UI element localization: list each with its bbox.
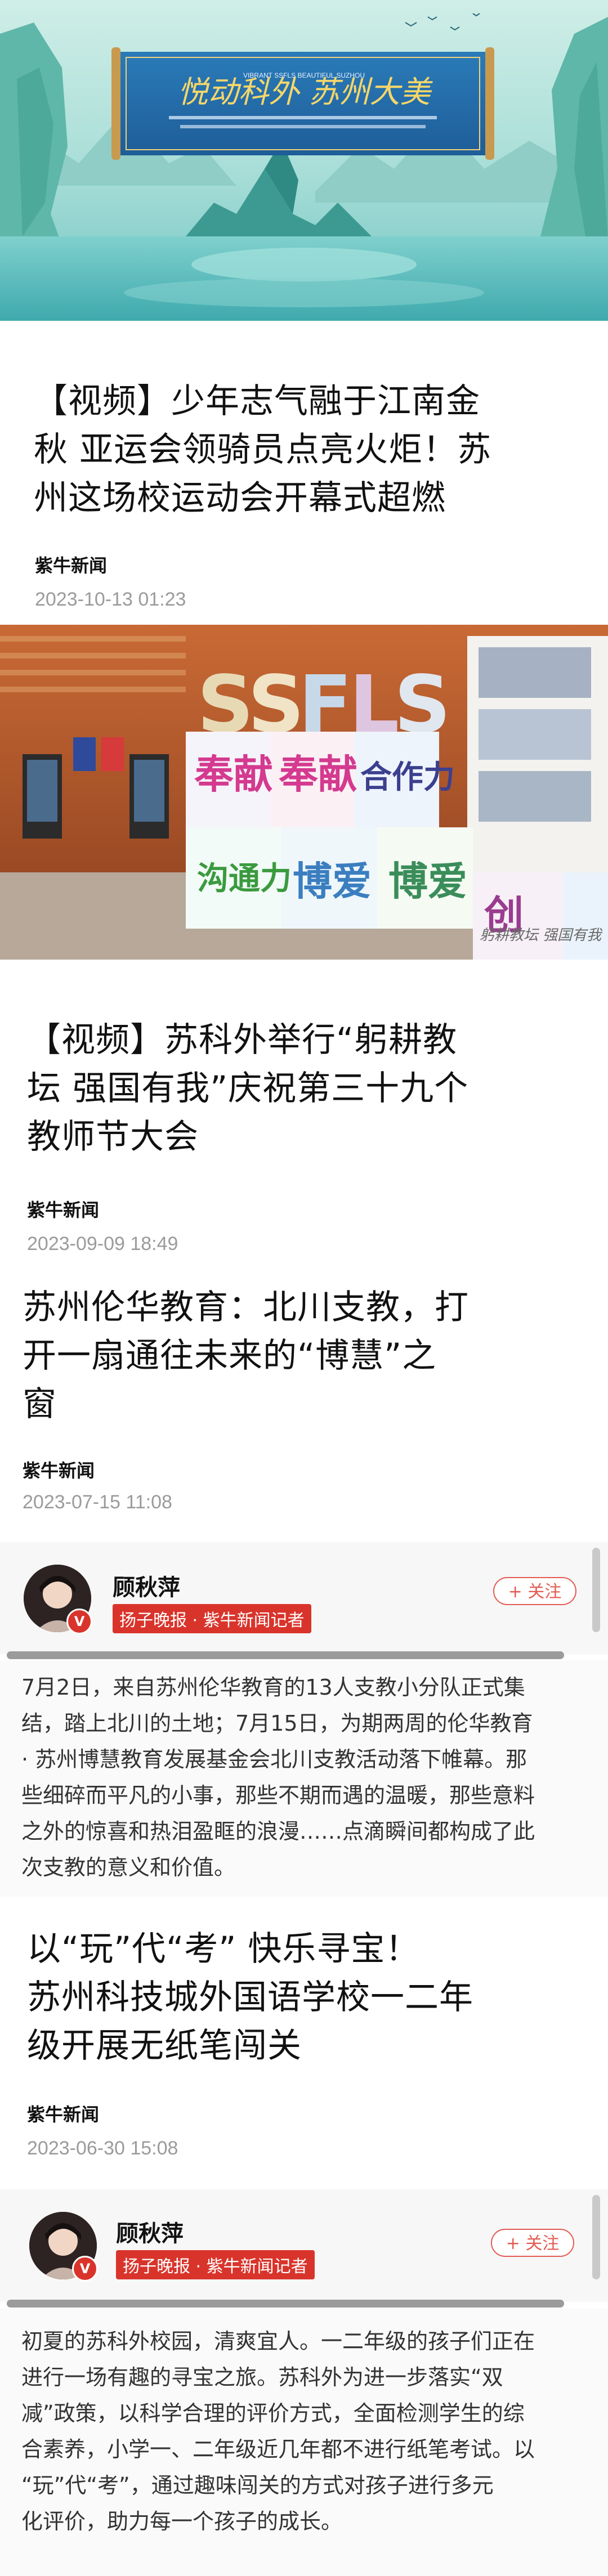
article-source: 紫牛新闻: [35, 555, 108, 576]
author-row: V 顾秋萍 扬子晚报 · 紫牛新闻记者 + 关注: [0, 1542, 608, 1655]
summary-line: 7月2日，来自苏州伦华教育的13人支教小分队正式集: [21, 1675, 525, 1700]
horizontal-scrollbar[interactable]: [7, 2300, 564, 2308]
hero-illustration: 悦动科外 苏州大美 VIBRANT SSFLS BEAUTIFUL SUZHOU: [0, 0, 608, 321]
title-line: 秋 亚运会领骑员点亮火炬！苏: [34, 430, 492, 469]
article-title[interactable]: 【视频】少年志气融于江南金 秋 亚运会领骑员点亮火炬！苏 州这场校运动会开幕式超…: [34, 377, 491, 522]
title-line: 苏州伦华教育：北川支教，打: [23, 1288, 469, 1327]
hero-image-teachers-day[interactable]: S S F L S 奉献 奉献 合作力 沟通力 博爱 博爱 创 躬耕教坛 强国有…: [0, 625, 608, 960]
title-line: 开一扇通往未来的“博慧”之: [23, 1336, 437, 1376]
summary-line: 减”政策，以科学合理的评价方式，全面检测学生的综: [21, 2401, 525, 2426]
author-tag: 扬子晚报 · 紫牛新闻记者: [113, 1604, 311, 1633]
article-source: 紫牛新闻: [23, 1460, 95, 1481]
verified-badge-icon: V: [72, 2256, 98, 2282]
article-source: 紫牛新闻: [27, 1199, 100, 1221]
corner-watermark: 躬耕教坛 强国有我: [480, 927, 603, 944]
cube-word: 博爱: [388, 858, 467, 904]
title-line: 窗: [23, 1385, 57, 1424]
summary-line: 化评价，助力每一个孩子的成长。: [21, 2509, 343, 2534]
summary-line: 合素养，小学一、二年级近几年都不进行纸笔考试。以: [21, 2437, 535, 2462]
vertical-scrollbar[interactable]: [592, 2195, 600, 2279]
article-card-beichuan[interactable]: 苏州伦华教育：北川支教，打 开一扇通往未来的“博慧”之 窗 紫牛新闻 2023-…: [0, 1272, 608, 1542]
banner-title: 悦动科外 苏州大美: [177, 74, 433, 110]
article-title[interactable]: 以“玩”代“考” 快乐寻宝！ 苏州科技城外国语学校一二年 级开展无纸笔闯关: [27, 1925, 473, 2070]
article-card-sports-meet[interactable]: 【视频】少年志气融于江南金 秋 亚运会领骑员点亮火炬！苏 州这场校运动会开幕式超…: [0, 321, 608, 625]
summary-line: 初夏的苏科外校园，清爽宜人。一二年级的孩子们正在: [21, 2329, 535, 2354]
follow-button[interactable]: + 关注: [493, 1577, 576, 1605]
horizontal-scrollbar[interactable]: [7, 1651, 564, 1659]
title-line: 级开展无纸笔闯关: [27, 2026, 302, 2066]
article-date: 2023-06-30 15:08: [27, 2138, 178, 2159]
article-title[interactable]: 苏州伦华教育：北川支教，打 开一扇通往未来的“博慧”之 窗: [23, 1283, 469, 1428]
cube-word: 奉献: [194, 751, 273, 798]
follow-button[interactable]: + 关注: [491, 2229, 574, 2257]
author-row: V 顾秋萍 扬子晚报 · 紫牛新闻记者 + 关注: [0, 2189, 608, 2302]
title-line: 【视频】少年志气融于江南金: [34, 382, 480, 421]
summary-line: “玩”代“考”，通过趣味闯关的方式对孩子进行多元: [21, 2473, 494, 2498]
summary-line: 结，踏上北川的土地；7月15日，为期两周的伦华教育: [21, 1711, 533, 1736]
title-line: 苏州科技城外国语学校一二年: [27, 1978, 473, 2017]
summary-line: · 苏州博慧教育发展基金会北川支教活动落下帷幕。那: [21, 1747, 527, 1772]
article-card-teachers-day[interactable]: 【视频】苏科外举行“躬耕教 坛 强国有我”庆祝第三十九个 教师节大会 紫牛新闻 …: [0, 960, 608, 1272]
article-card-treasure-hunt[interactable]: 以“玩”代“考” 快乐寻宝！ 苏州科技城外国语学校一二年 级开展无纸笔闯关 紫牛…: [0, 1902, 608, 2189]
title-line: 教师节大会: [27, 1117, 199, 1157]
author-name[interactable]: 顾秋萍: [113, 1569, 180, 1602]
article-source: 紫牛新闻: [27, 2104, 100, 2125]
article-date: 2023-09-09 18:49: [27, 1233, 178, 1255]
cube-word: 奉献: [279, 751, 357, 798]
summary-line: 进行一场有趣的寻宝之旅。苏科外为进一步落实“双: [21, 2365, 503, 2390]
cube-word: 博爱: [293, 858, 372, 904]
article-date: 2023-07-15 11:08: [23, 1491, 172, 1513]
cube-word: 合作力: [360, 759, 455, 796]
author-tag: 扬子晚报 · 紫牛新闻记者: [116, 2250, 315, 2279]
article-date: 2023-10-13 01:23: [35, 589, 186, 610]
title-line: 坛 强国有我”庆祝第三十九个: [27, 1069, 469, 1108]
banner-subtitle: VIBRANT SSFLS BEAUTIFUL SUZHOU: [243, 71, 365, 79]
hero-photo: S S F L S 奉献 奉献 合作力 沟通力 博爱 博爱 创 躬耕教坛 强国有…: [0, 625, 608, 960]
verified-badge-icon: V: [66, 1609, 92, 1634]
summary-line: 次支教的意义和价值。: [21, 1855, 236, 1880]
article-title[interactable]: 【视频】苏科外举行“躬耕教 坛 强国有我”庆祝第三十九个 教师节大会: [27, 1016, 468, 1161]
summary-line: 些细碎而平凡的小事，那些不期而遇的温暖，那些意料: [21, 1783, 535, 1808]
page: { "hero1": { "banner_title": "悦动科外 苏州大美"…: [0, 0, 608, 2576]
summary-line: 之外的惊喜和热泪盈眶的浪漫……点滴瞬间都构成了此: [21, 1819, 535, 1844]
title-line: 州这场校运动会开幕式超燃: [34, 478, 446, 518]
cube-word: 沟通力: [197, 860, 292, 897]
title-line: 【视频】苏科外举行“躬耕教: [27, 1020, 458, 1060]
vertical-scrollbar[interactable]: [592, 1548, 600, 1632]
hero-image-sports-meet[interactable]: 悦动科外 苏州大美 VIBRANT SSFLS BEAUTIFUL SUZHOU: [0, 0, 608, 321]
title-line: 以“玩”代“考” 快乐寻宝！: [27, 1929, 420, 1969]
article-summary: 初夏的苏科外校园，清爽宜人。一二年级的孩子们正在 进行一场有趣的寻宝之旅。苏科外…: [21, 2323, 587, 2539]
article-summary: 7月2日，来自苏州伦华教育的13人支教小分队正式集 结，踏上北川的土地；7月15…: [21, 1669, 587, 1885]
author-name[interactable]: 顾秋萍: [116, 2215, 184, 2248]
